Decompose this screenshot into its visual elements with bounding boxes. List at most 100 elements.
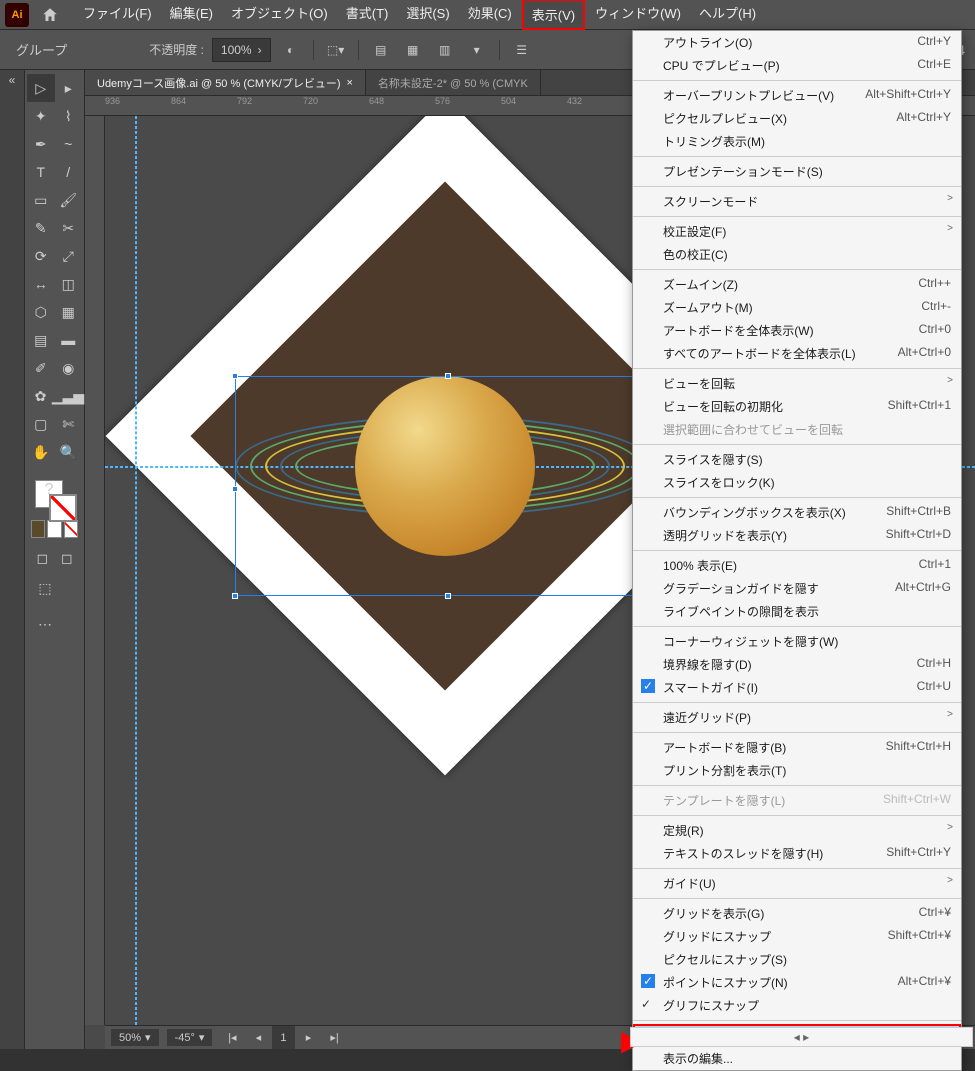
menu-item-50[interactable]: グリッドにスナップShift+Ctrl+¥ (633, 925, 961, 948)
magic-wand-tool[interactable]: ✦ (27, 102, 55, 130)
menu-item-31[interactable]: ライブペイントの隙間を表示 (633, 600, 961, 623)
scale-tool[interactable]: ⤢ (55, 242, 83, 270)
color-panel: ? ◻ ◻ ⬚ ⋯ (27, 472, 82, 642)
direct-selection-tool[interactable]: ▸ (55, 74, 83, 102)
zoom-tool[interactable]: 🔍 (55, 438, 83, 466)
menu-item-40[interactable]: プリント分割を表示(T) (633, 759, 961, 782)
menu-item-47[interactable]: ガイド(U) (633, 872, 961, 895)
width-tool[interactable]: ↔ (27, 270, 55, 298)
menu-item-27[interactable]: 透明グリッドを表示(Y)Shift+Ctrl+D (633, 524, 961, 547)
menu-item-44[interactable]: 定規(R) (633, 819, 961, 842)
tab-2[interactable]: 名称未設定-2* @ 50 % (CMYK (366, 70, 541, 95)
swatch-none[interactable] (64, 520, 78, 538)
menu-item-14[interactable]: ズームイン(Z)Ctrl++ (633, 273, 961, 296)
menu-help[interactable]: ヘルプ(H) (691, 0, 764, 30)
draw-behind-icon[interactable]: ◻ (56, 544, 79, 572)
menu-select[interactable]: 選択(S) (398, 0, 457, 30)
rotate-tool[interactable]: ⟳ (27, 242, 55, 270)
gradient-tool[interactable]: ▬ (55, 326, 83, 354)
menu-item-19[interactable]: ビューを回転 (633, 372, 961, 395)
edit-toolbar-icon[interactable]: ⋯ (31, 610, 59, 638)
paintbrush-tool[interactable]: 🖌 (55, 186, 83, 214)
swatch-1[interactable] (31, 520, 45, 538)
perspective-tool[interactable]: ▦ (55, 298, 83, 326)
menu-item-1[interactable]: CPU でプレビュー(P)Ctrl+E (633, 54, 961, 77)
curvature-tool[interactable]: ~ (55, 130, 83, 158)
menu-item-3[interactable]: オーバープリントプレビュー(V)Alt+Shift+Ctrl+Y (633, 84, 961, 107)
menu-item-5[interactable]: トリミング表示(M) (633, 130, 961, 153)
menu-item-35[interactable]: スマートガイド(I)Ctrl+U (633, 676, 961, 699)
menu-item-33[interactable]: コーナーウィジェットを隠す(W) (633, 630, 961, 653)
menu-item-12[interactable]: 色の校正(C) (633, 243, 961, 266)
graph-tool[interactable]: ▁▃▅ (54, 382, 82, 410)
menu-window[interactable]: ウィンドウ(W) (587, 0, 689, 30)
menu-item-26[interactable]: バウンディングボックスを表示(X)Shift+Ctrl+B (633, 501, 961, 524)
align-center-icon[interactable]: ▦ (401, 38, 425, 62)
dropdown-scroll[interactable]: ◂ ▸ (630, 1027, 973, 1047)
lasso-tool[interactable]: ⌇ (55, 102, 83, 130)
menu-file[interactable]: ファイル(F) (75, 0, 160, 30)
symbol-tool[interactable]: ✿ (27, 382, 54, 410)
screen-mode-icon[interactable]: ⬚ (31, 574, 59, 602)
rectangle-tool[interactable]: ▭ (27, 186, 55, 214)
menu-item-16[interactable]: アートボードを全体表示(W)Ctrl+0 (633, 319, 961, 342)
menu-item-0[interactable]: アウトライン(O)Ctrl+Y (633, 31, 961, 54)
home-icon[interactable] (37, 2, 63, 28)
menu-item-9[interactable]: スクリーンモード (633, 190, 961, 213)
menu-item-52[interactable]: ポイントにスナップ(N)Alt+Ctrl+¥ (633, 971, 961, 994)
menu-effect[interactable]: 効果(C) (460, 0, 520, 30)
mesh-tool[interactable]: ▤ (27, 326, 55, 354)
menu-item-49[interactable]: グリッドを表示(G)Ctrl+¥ (633, 902, 961, 925)
menu-item-17[interactable]: すべてのアートボードを全体表示(L)Alt+Ctrl+0 (633, 342, 961, 365)
transform-icon[interactable]: ⬚▾ (324, 38, 348, 62)
eyedropper-tool[interactable]: ✐ (27, 354, 55, 382)
tab-1[interactable]: Udemyコース画像.ai @ 50 % (CMYK/プレビュー)× (85, 70, 366, 95)
menu-view[interactable]: 表示(V) (522, 0, 585, 30)
menu-item-37[interactable]: 遠近グリッド(P) (633, 706, 961, 729)
menu-item-39[interactable]: アートボードを隠す(B)Shift+Ctrl+H (633, 736, 961, 759)
rotation-field[interactable]: -45°▾ (167, 1029, 213, 1046)
shaper-tool[interactable]: ✎ (27, 214, 55, 242)
menu-edit[interactable]: 編集(E) (162, 0, 221, 30)
zoom-field[interactable]: 50%▾ (111, 1029, 159, 1046)
menu-item-45[interactable]: テキストのスレッドを隠す(H)Shift+Ctrl+Y (633, 842, 961, 865)
menu-item-29[interactable]: 100% 表示(E)Ctrl+1 (633, 554, 961, 577)
menu-item-34[interactable]: 境界線を隠す(D)Ctrl+H (633, 653, 961, 676)
align-right-icon[interactable]: ▥ (433, 38, 457, 62)
panel-collapse-col[interactable]: « (0, 70, 25, 1049)
menu-item-15[interactable]: ズームアウト(M)Ctrl+- (633, 296, 961, 319)
type-tool[interactable]: T (27, 158, 55, 186)
menu-item-7[interactable]: プレゼンテーションモード(S) (633, 160, 961, 183)
menu-item-4[interactable]: ピクセルプレビュー(X)Alt+Ctrl+Y (633, 107, 961, 130)
close-icon[interactable]: × (346, 77, 352, 89)
blend-tool[interactable]: ◉ (55, 354, 83, 382)
line-tool[interactable]: / (55, 158, 83, 186)
draw-normal-icon[interactable]: ◻ (31, 544, 54, 572)
align-left-icon[interactable]: ▤ (369, 38, 393, 62)
selection-tool[interactable]: ▷ (27, 74, 55, 102)
pen-tool[interactable]: ✒ (27, 130, 55, 158)
stroke-color[interactable] (49, 494, 77, 522)
menu-item-30[interactable]: グラデーションガイドを隠すAlt+Ctrl+G (633, 577, 961, 600)
arrange-icon[interactable]: ☰ (510, 38, 534, 62)
hand-tool[interactable]: ✋ (27, 438, 55, 466)
eraser-tool[interactable]: ✂ (55, 214, 83, 242)
nav-buttons[interactable]: |◂◂ 1 ▸▸| (220, 1026, 346, 1050)
menu-item-51[interactable]: ピクセルにスナップ(S) (633, 948, 961, 971)
menu-item-24[interactable]: スライスをロック(K) (633, 471, 961, 494)
menu-object[interactable]: オブジェクト(O) (223, 0, 336, 30)
swatch-2[interactable] (47, 520, 61, 538)
artboard-tool[interactable]: ▢ (27, 410, 55, 438)
menu-type[interactable]: 書式(T) (338, 0, 397, 30)
menu-item-53[interactable]: グリフにスナップ (633, 994, 961, 1017)
menu-item-23[interactable]: スライスを隠す(S) (633, 448, 961, 471)
menu-item-20[interactable]: ビューを回転の初期化Shift+Ctrl+1 (633, 395, 961, 418)
free-transform-tool[interactable]: ◫ (55, 270, 83, 298)
recolor-icon[interactable]: ◐ (279, 38, 303, 62)
menu-item-11[interactable]: 校正設定(F) (633, 220, 961, 243)
menu-item-56[interactable]: 表示の編集... (633, 1047, 961, 1070)
opacity-field[interactable]: 100%› (212, 38, 271, 62)
align-more-icon[interactable]: ▾ (465, 38, 489, 62)
shape-builder-tool[interactable]: ⬡ (27, 298, 55, 326)
slice-tool[interactable]: ✄ (55, 410, 83, 438)
